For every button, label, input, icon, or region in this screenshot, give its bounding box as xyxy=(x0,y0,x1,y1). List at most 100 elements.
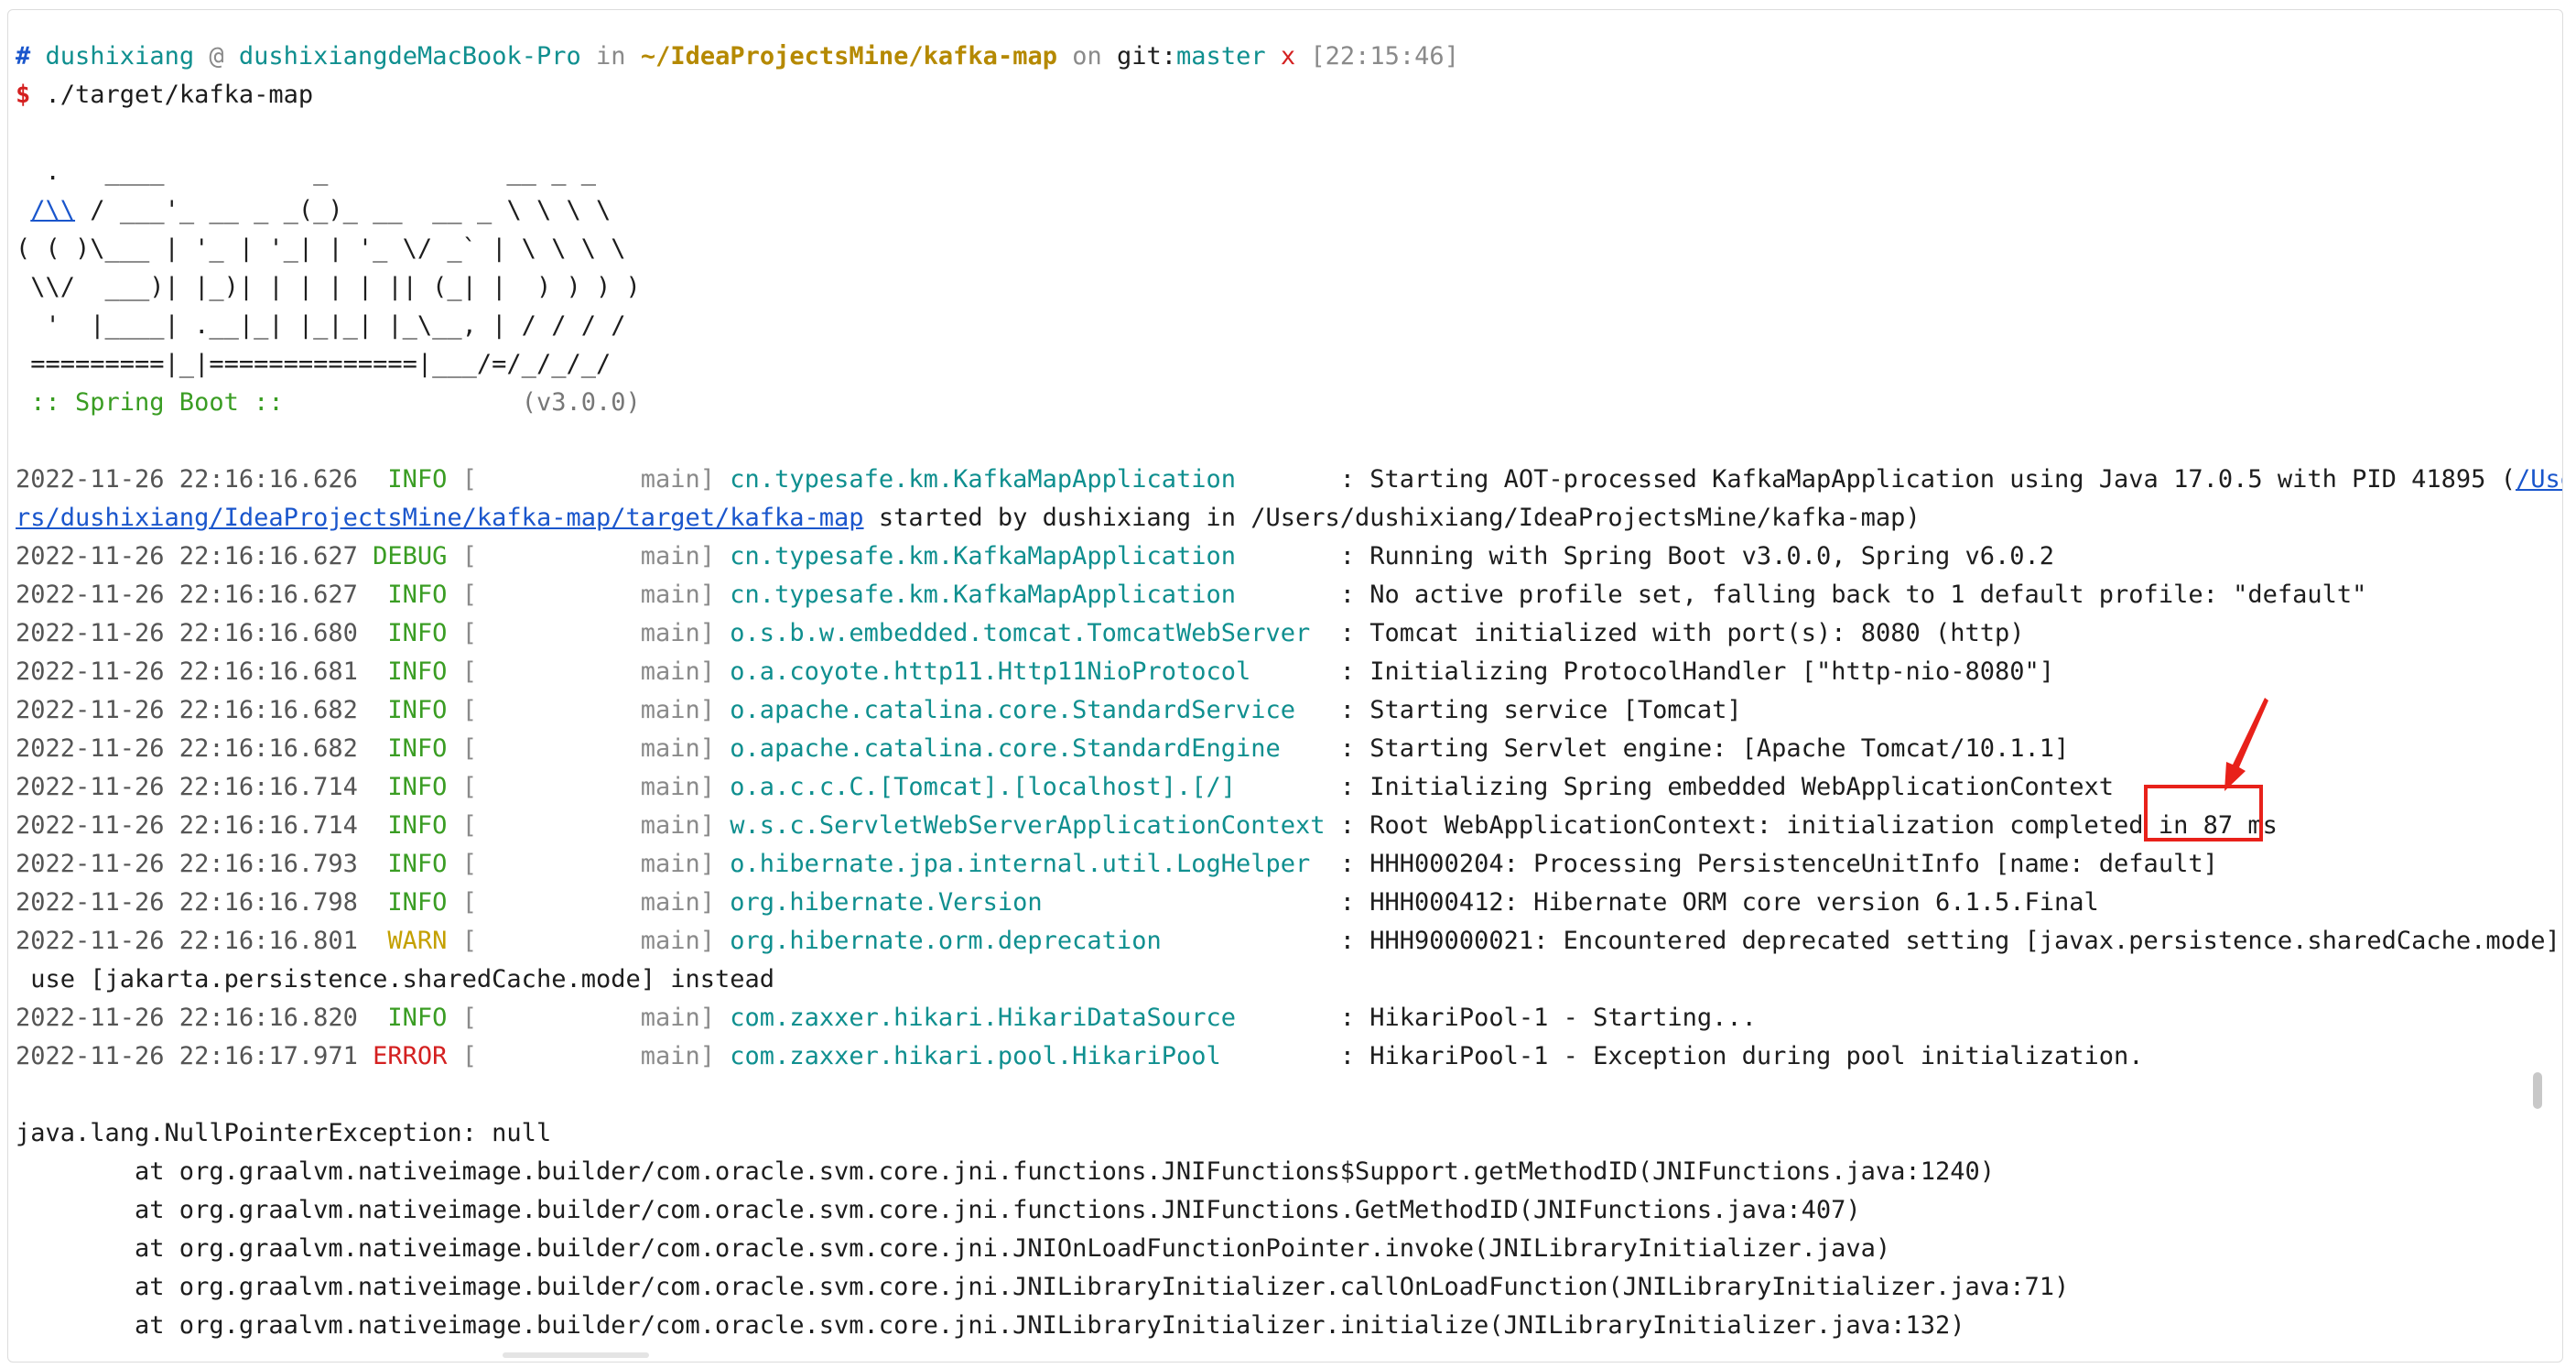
log-timestamp: 2022-11-26 22:16:16.682 xyxy=(16,734,358,763)
log-thread: [ main] xyxy=(461,465,716,494)
log-line: 2022-11-26 22:16:16.681 INFO [ main] o.a… xyxy=(16,653,2562,691)
log-level: INFO xyxy=(373,581,448,609)
log-logger: cn.typesafe.km.KafkaMapApplication xyxy=(730,542,1326,570)
log-logger: o.apache.catalina.core.StandardEngine xyxy=(730,734,1326,763)
log-line: 2022-11-26 22:16:17.971 ERROR [ main] co… xyxy=(16,1037,2562,1076)
command-text: ./target/kafka-map xyxy=(30,81,314,109)
spring-boot-version: (v3.0.0) xyxy=(521,388,641,417)
log-line: 2022-11-26 22:16:16.793 INFO [ main] o.h… xyxy=(16,845,2562,884)
log-logger: cn.typesafe.km.KafkaMapApplication xyxy=(730,465,1326,494)
log-logger: o.a.c.c.C.[Tomcat].[localhost].[/] xyxy=(730,773,1326,801)
log-level: INFO xyxy=(373,696,448,724)
log-line: 2022-11-26 22:16:16.820 INFO [ main] com… xyxy=(16,999,2562,1037)
prompt-path: ~/IdeaProjectsMine/kafka-map xyxy=(640,42,1057,71)
log-line: 2022-11-26 22:16:16.682 INFO [ main] o.a… xyxy=(16,730,2562,768)
spring-boot-line: :: Spring Boot :: (v3.0.0) xyxy=(16,384,2562,422)
log-message: : HHH90000021: Encountered deprecated se… xyxy=(1325,927,2563,955)
prompt-dirty-marker: x xyxy=(1280,42,1296,71)
log-link[interactable]: rs/dushixiang/IdeaProjectsMine/kafka-map… xyxy=(16,504,864,532)
log-logger: org.hibernate.Version xyxy=(730,888,1326,917)
log-logger: w.s.c.ServletWebServerApplicationContext xyxy=(730,811,1326,840)
log-timestamp: 2022-11-26 22:16:16.714 xyxy=(16,773,358,801)
stack-frames: at org.graalvm.nativeimage.builder/com.o… xyxy=(16,1153,2562,1345)
log-level: WARN xyxy=(373,927,448,955)
log-message: : Initializing ProtocolHandler ["http-ni… xyxy=(1325,657,2055,686)
banner-line: ' |____| .__|_| |_|_| |_\__, | / / / / xyxy=(16,311,626,340)
banner-slash: /\\ xyxy=(30,196,76,224)
log-thread: [ main] xyxy=(461,850,716,878)
log-message: : Starting AOT-processed KafkaMapApplica… xyxy=(1325,465,2516,494)
prompt-on: on xyxy=(1072,42,1102,71)
prompt-user: dushixiang xyxy=(45,42,195,71)
annotation-highlight-box xyxy=(2144,785,2263,841)
log-thread: [ main] xyxy=(461,1004,716,1032)
log-logger: o.s.b.w.embedded.tomcat.TomcatWebServer xyxy=(730,619,1326,647)
log-message: started by dushixiang in /Users/dushixia… xyxy=(863,504,1921,532)
log-timestamp: 2022-11-26 22:16:17.971 xyxy=(16,1042,358,1070)
log-level: ERROR xyxy=(373,1042,448,1070)
log-level: DEBUG xyxy=(373,542,448,570)
log-thread: [ main] xyxy=(461,888,716,917)
log-logger: o.hibernate.jpa.internal.util.LogHelper xyxy=(730,850,1326,878)
log-thread: [ main] xyxy=(461,734,716,763)
log-thread: [ main] xyxy=(461,927,716,955)
log-level: INFO xyxy=(373,657,448,686)
log-link[interactable]: /Use xyxy=(2516,465,2562,494)
log-thread: [ main] xyxy=(461,773,716,801)
prompt-hash: # xyxy=(16,42,31,71)
log-thread: [ main] xyxy=(461,696,716,724)
log-timestamp: 2022-11-26 22:16:16.680 xyxy=(16,619,358,647)
log-line-wrap: rs/dushixiang/IdeaProjectsMine/kafka-map… xyxy=(16,499,2562,537)
log-message: : Starting Servlet engine: [Apache Tomca… xyxy=(1325,734,2070,763)
log-level: INFO xyxy=(373,619,448,647)
log-thread: [ main] xyxy=(461,581,716,609)
log-thread: [ main] xyxy=(461,811,716,840)
log-level: INFO xyxy=(373,811,448,840)
terminal-output[interactable]: # dushixiang @ dushixiangdeMacBook-Pro i… xyxy=(16,38,2563,1345)
log-timestamp: 2022-11-26 22:16:16.681 xyxy=(16,657,358,686)
log-thread: [ main] xyxy=(461,619,716,647)
log-message: : Tomcat initialized with port(s): 8080 … xyxy=(1325,619,2025,647)
log-logger: o.apache.catalina.core.StandardService xyxy=(730,696,1326,724)
banner-line: \\/ ___)| |_)| | | | | || (_| | ) ) ) ) xyxy=(16,273,641,301)
log-timestamp: 2022-11-26 22:16:16.801 xyxy=(16,927,358,955)
command-line: $ ./target/kafka-map xyxy=(16,76,2562,114)
prompt-time: [22:15:46] xyxy=(1310,42,1459,71)
exception-header: java.lang.NullPointerException: null xyxy=(16,1119,552,1147)
log-level: INFO xyxy=(373,888,448,917)
horizontal-scrollbar[interactable] xyxy=(503,1352,649,1358)
vertical-scrollbar[interactable] xyxy=(2533,1072,2542,1109)
command-dollar: $ xyxy=(16,81,31,109)
log-timestamp: 2022-11-26 22:16:16.627 xyxy=(16,542,358,570)
prompt-git-label: git: xyxy=(1117,42,1177,71)
log-message: : Root WebApplicationContext: initializa… xyxy=(1325,811,2278,840)
spring-boot-pad xyxy=(284,388,522,417)
log-message: : No active profile set, falling back to… xyxy=(1325,581,2367,609)
log-line: 2022-11-26 22:16:16.680 INFO [ main] o.s… xyxy=(16,614,2562,653)
terminal-window[interactable]: # dushixiang @ dushixiangdeMacBook-Pro i… xyxy=(7,9,2563,1363)
log-timestamp: 2022-11-26 22:16:16.627 xyxy=(16,581,358,609)
log-timestamp: 2022-11-26 22:16:16.820 xyxy=(16,1004,358,1032)
log-timestamp: 2022-11-26 22:16:16.798 xyxy=(16,888,358,917)
log-thread: [ main] xyxy=(461,1042,716,1070)
log-timestamp: 2022-11-26 22:16:16.793 xyxy=(16,850,358,878)
log-thread: [ main] xyxy=(461,657,716,686)
log-message: : Starting service [Tomcat] xyxy=(1325,696,1742,724)
log-logger: o.a.coyote.http11.Http11NioProtocol xyxy=(730,657,1326,686)
log-timestamp: 2022-11-26 22:16:16.714 xyxy=(16,811,358,840)
log-timestamp: 2022-11-26 22:16:16.682 xyxy=(16,696,358,724)
log-message: : HHH000204: Processing PersistenceUnitI… xyxy=(1325,850,2218,878)
stack-frame: at org.graalvm.nativeimage.builder/com.o… xyxy=(16,1196,1861,1224)
spring-boot-label: :: Spring Boot :: xyxy=(16,388,284,417)
log-level: INFO xyxy=(373,850,448,878)
log-line: 2022-11-26 22:16:16.627 DEBUG [ main] cn… xyxy=(16,537,2562,576)
prompt-line: # dushixiang @ dushixiangdeMacBook-Pro i… xyxy=(16,38,2562,76)
log-level: INFO xyxy=(373,1004,448,1032)
log-line-wrap: use [jakarta.persistence.sharedCache.mod… xyxy=(16,965,775,993)
banner-line: =========|_|==============|___/=/_/_/_/ xyxy=(16,350,612,378)
log-logger: com.zaxxer.hikari.pool.HikariPool xyxy=(730,1042,1326,1070)
log-message: : HikariPool-1 - Starting... xyxy=(1325,1004,1757,1032)
